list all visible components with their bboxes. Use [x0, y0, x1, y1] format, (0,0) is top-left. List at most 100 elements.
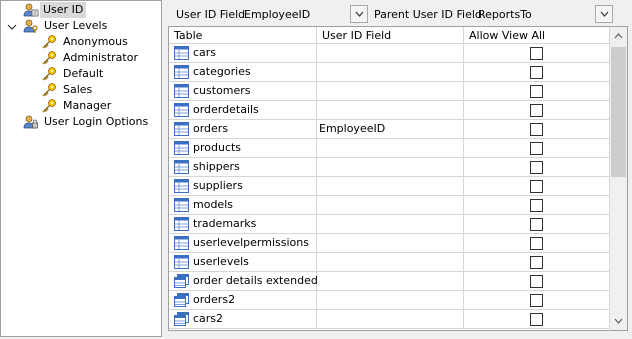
table-name-cell[interactable]: orders: [169, 120, 317, 139]
chevron-down-icon: [355, 11, 364, 17]
table-name: models: [193, 198, 233, 211]
table-name-cell[interactable]: userlevelpermissions: [169, 234, 317, 253]
table-row[interactable]: orderdetails: [169, 101, 610, 120]
table-name-cell[interactable]: shippers: [169, 158, 317, 177]
table-name: suppliers: [193, 179, 243, 192]
allow-view-all-checkbox[interactable]: [530, 85, 543, 98]
column-header-allow-view-all[interactable]: Allow View All: [464, 27, 610, 44]
table-name-cell[interactable]: orderdetails: [169, 101, 317, 120]
allow-view-all-checkbox[interactable]: [530, 47, 543, 60]
table-row[interactable]: cars: [169, 44, 610, 63]
allow-view-all-checkbox[interactable]: [530, 199, 543, 212]
allow-view-all-cell: [464, 44, 610, 63]
table-row[interactable]: order details extended: [169, 272, 610, 291]
key-icon: [41, 83, 57, 97]
allow-view-all-cell: [464, 215, 610, 234]
allow-view-all-checkbox[interactable]: [530, 313, 543, 326]
table-name-cell[interactable]: cars: [169, 44, 317, 63]
allow-view-all-checkbox[interactable]: [530, 237, 543, 250]
table-icon: [174, 179, 189, 193]
user-id-field-cell[interactable]: [317, 82, 464, 101]
table-icon: [174, 141, 189, 155]
user-id-field-cell[interactable]: [317, 253, 464, 272]
table-row[interactable]: products: [169, 139, 610, 158]
user-id-field-cell[interactable]: [317, 177, 464, 196]
chevron-down-icon[interactable]: [7, 21, 17, 31]
table-name-cell[interactable]: userlevels: [169, 253, 317, 272]
table-name-cell[interactable]: trademarks: [169, 215, 317, 234]
allow-view-all-cell: [464, 253, 610, 272]
table-name-cell[interactable]: products: [169, 139, 317, 158]
key-icon: [41, 51, 57, 65]
scroll-down-arrow-icon[interactable]: [614, 318, 623, 324]
user-id-field-cell[interactable]: [317, 291, 464, 310]
table-name-cell[interactable]: suppliers: [169, 177, 317, 196]
table-name-cell[interactable]: order details extended: [169, 272, 318, 291]
user-id-field-cell[interactable]: [317, 272, 464, 291]
allow-view-all-cell: [464, 291, 610, 310]
table-row[interactable]: cars2: [169, 310, 610, 329]
view-icon: [174, 293, 189, 307]
user-id-field-cell[interactable]: [317, 158, 464, 177]
table-name: orders2: [193, 293, 236, 306]
allow-view-all-cell: [464, 272, 610, 291]
table-icon: [174, 217, 189, 231]
parent-user-id-field-dropdown-button[interactable]: [595, 5, 613, 23]
allow-view-all-checkbox[interactable]: [530, 180, 543, 193]
allow-view-all-cell: [464, 234, 610, 253]
allow-view-all-checkbox[interactable]: [530, 142, 543, 155]
user-id-field-cell[interactable]: EmployeeID: [317, 120, 464, 139]
table-name-cell[interactable]: models: [169, 196, 317, 215]
table-row[interactable]: categories: [169, 63, 610, 82]
table-icon: [174, 65, 189, 79]
user-id-field-cell[interactable]: [317, 63, 464, 82]
table-name-cell[interactable]: categories: [169, 63, 317, 82]
user-id-icon: [23, 3, 39, 17]
user-id-field-cell[interactable]: [317, 44, 464, 63]
allow-view-all-checkbox[interactable]: [530, 218, 543, 231]
allow-view-all-checkbox[interactable]: [530, 294, 543, 307]
scroll-up-arrow-icon[interactable]: [614, 33, 623, 39]
user-id-field-cell[interactable]: [317, 196, 464, 215]
table-row[interactable]: userlevelpermissions: [169, 234, 610, 253]
allow-view-all-checkbox[interactable]: [530, 123, 543, 136]
column-header-user-id-field[interactable]: User ID Field: [317, 27, 464, 44]
table-row[interactable]: userlevels: [169, 253, 610, 272]
allow-view-all-checkbox[interactable]: [530, 256, 543, 269]
table-name-cell[interactable]: orders2: [169, 291, 317, 310]
parent-user-id-field-value[interactable]: ReportsTo: [478, 8, 532, 21]
table-name-cell[interactable]: cars2: [169, 310, 317, 329]
table-name: shippers: [193, 160, 240, 173]
tree-item-label: User Levels: [44, 19, 108, 32]
tree-item-label: Anonymous: [63, 35, 128, 48]
table-row[interactable]: orders EmployeeID: [169, 120, 610, 139]
allow-view-all-cell: [464, 177, 610, 196]
table-row[interactable]: customers: [169, 82, 610, 101]
user-id-field-cell[interactable]: [317, 215, 464, 234]
user-id-field-cell[interactable]: [317, 139, 464, 158]
user-id-field-cell[interactable]: [317, 101, 464, 120]
allow-view-all-cell: [464, 82, 610, 101]
vertical-scrollbar[interactable]: [610, 27, 627, 330]
user-id-field-value[interactable]: EmployeeID: [244, 8, 310, 21]
table-icon: [174, 198, 189, 212]
allow-view-all-checkbox[interactable]: [530, 161, 543, 174]
allow-view-all-checkbox[interactable]: [530, 104, 543, 117]
tree-item-label: User Login Options: [44, 115, 149, 128]
table-row[interactable]: orders2: [169, 291, 610, 310]
user-id-field-dropdown-button[interactable]: [350, 5, 368, 23]
table-row[interactable]: trademarks: [169, 215, 610, 234]
table-name-cell[interactable]: customers: [169, 82, 317, 101]
user-id-field-cell[interactable]: [317, 234, 464, 253]
scrollbar-thumb[interactable]: [611, 47, 626, 177]
allow-view-all-checkbox[interactable]: [530, 275, 543, 288]
table-row[interactable]: suppliers: [169, 177, 610, 196]
table-icon: [174, 84, 189, 98]
table-row[interactable]: models: [169, 196, 610, 215]
tree-item-label: Default: [63, 67, 104, 80]
allow-view-all-checkbox[interactable]: [530, 66, 543, 79]
user-id-field-cell[interactable]: [317, 310, 464, 329]
table-row[interactable]: shippers: [169, 158, 610, 177]
tree-item-label: Manager: [63, 99, 112, 112]
column-header-table[interactable]: Table: [169, 27, 317, 44]
